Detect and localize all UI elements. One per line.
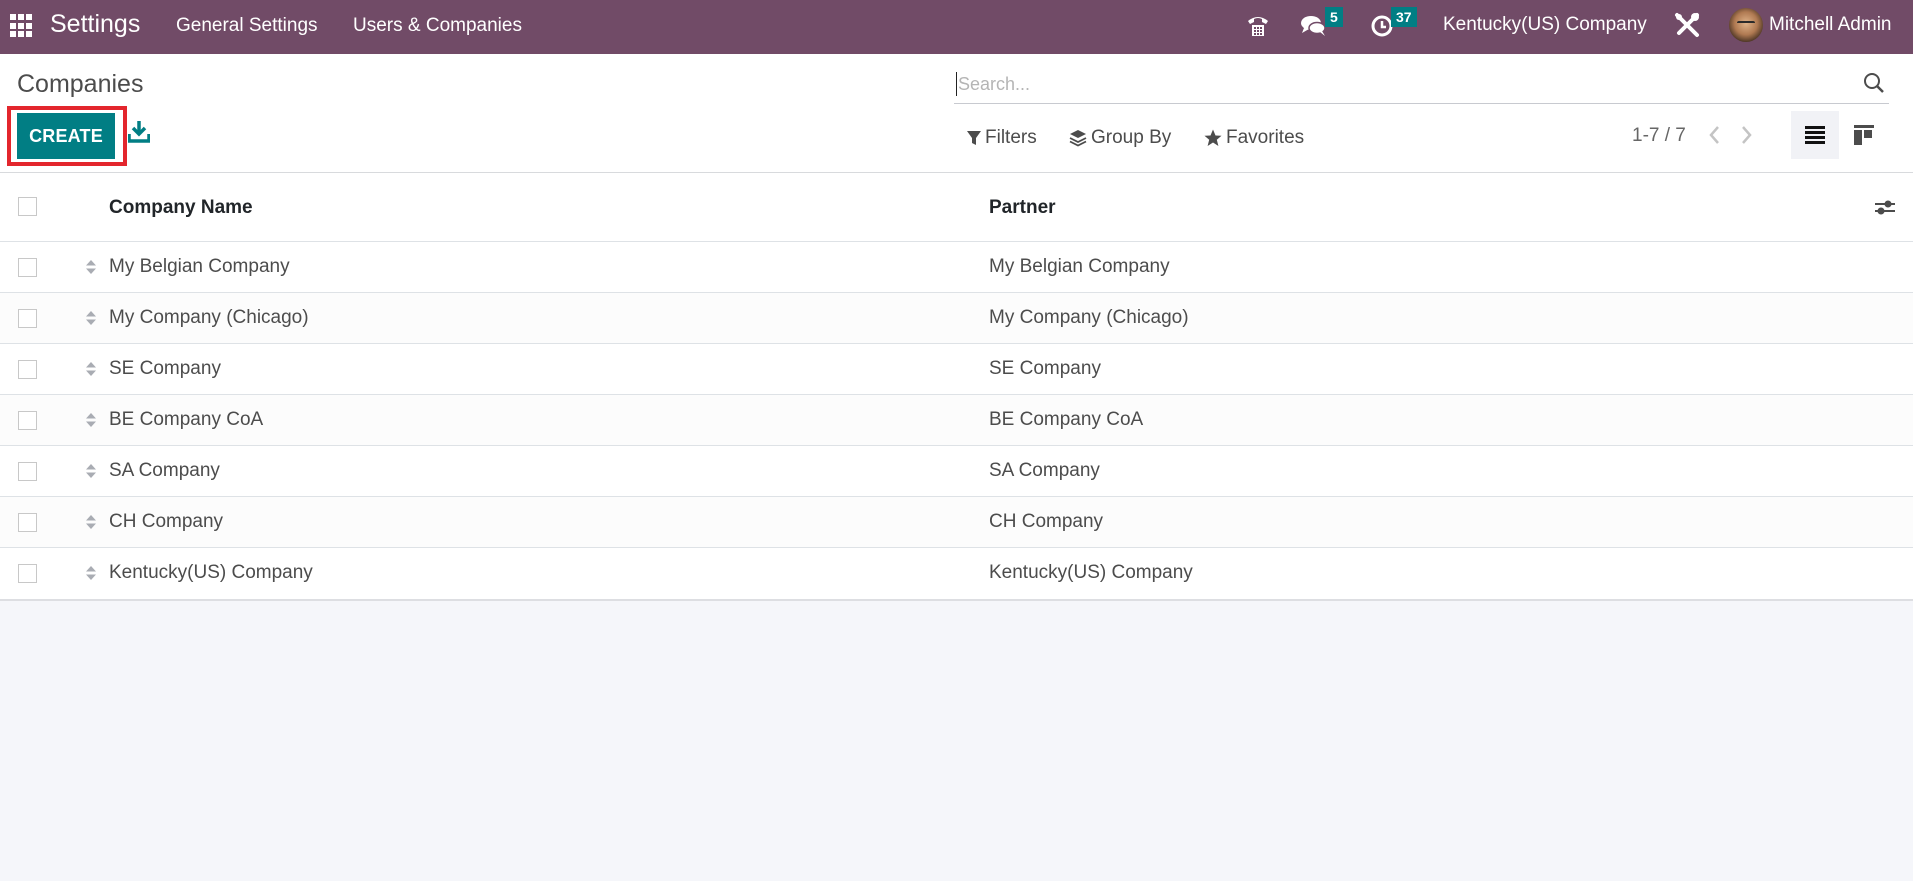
row-checkbox[interactable] <box>18 462 37 481</box>
table-body: My Belgian Company My Belgian Company My C… <box>0 242 1913 599</box>
pager-next-icon[interactable] <box>1741 124 1753 152</box>
drag-handle-icon[interactable] <box>85 463 97 479</box>
group-by-button[interactable]: Group By <box>1069 127 1171 149</box>
list-view-button[interactable] <box>1791 111 1839 159</box>
table-row[interactable]: SE Company SE Company <box>0 344 1913 395</box>
column-header-company-name[interactable]: Company Name <box>109 197 253 219</box>
drag-handle-icon[interactable] <box>85 514 97 530</box>
cell-partner: My Belgian Company <box>989 256 1170 277</box>
search-icon[interactable] <box>1863 72 1885 94</box>
cell-company-name: My Company (Chicago) <box>109 307 309 328</box>
funnel-icon <box>967 131 981 145</box>
table-header: Company Name Partner <box>0 173 1913 242</box>
cell-company-name: My Belgian Company <box>109 256 290 277</box>
select-all-checkbox[interactable] <box>18 197 37 216</box>
menu-users-companies[interactable]: Users & Companies <box>353 15 522 37</box>
star-icon <box>1204 129 1222 146</box>
apps-grid-icon[interactable] <box>10 14 34 38</box>
filters-label: Filters <box>985 127 1037 148</box>
table-row[interactable]: CH Company CH Company <box>0 497 1913 548</box>
activities-badge: 37 <box>1391 7 1417 27</box>
drag-handle-icon[interactable] <box>85 361 97 377</box>
cell-partner: SE Company <box>989 358 1101 379</box>
table-row[interactable]: Kentucky(US) Company Kentucky(US) Company <box>0 548 1913 599</box>
kanban-view-button[interactable] <box>1840 111 1888 159</box>
cell-company-name: CH Company <box>109 511 224 532</box>
favorites-label: Favorites <box>1226 127 1305 148</box>
user-menu[interactable]: Mitchell Admin <box>1769 14 1892 36</box>
pager-previous-icon[interactable] <box>1708 124 1720 152</box>
companies-list-table: Company Name Partner My Belgian Company M… <box>0 173 1913 601</box>
optional-columns-icon[interactable] <box>1874 198 1896 218</box>
cell-partner: BE Company CoA <box>989 409 1144 430</box>
cell-company-name: SA Company <box>109 460 220 481</box>
chat-bubbles-icon[interactable] <box>1300 14 1328 38</box>
cell-company-name: SE Company <box>109 358 221 379</box>
kanban-view-icon <box>1854 125 1874 145</box>
cell-partner: My Company (Chicago) <box>989 307 1189 328</box>
user-avatar[interactable] <box>1729 8 1763 42</box>
messages-badge: 5 <box>1325 7 1343 27</box>
row-checkbox[interactable] <box>18 360 37 379</box>
control-panel: Companies CREATE Filters Group By <box>0 54 1913 173</box>
cell-company-name: Kentucky(US) Company <box>109 562 313 583</box>
search-input[interactable] <box>956 72 1836 96</box>
table-row[interactable]: SA Company SA Company <box>0 446 1913 497</box>
row-checkbox[interactable] <box>18 309 37 328</box>
row-checkbox[interactable] <box>18 411 37 430</box>
table-row[interactable]: My Company (Chicago) My Company (Chicago) <box>0 293 1913 344</box>
row-checkbox[interactable] <box>18 513 37 532</box>
row-checkbox[interactable] <box>18 564 37 583</box>
drag-handle-icon[interactable] <box>85 412 97 428</box>
drag-handle-icon[interactable] <box>85 565 97 581</box>
cell-company-name: BE Company CoA <box>109 409 264 430</box>
menu-general-settings[interactable]: General Settings <box>176 15 318 37</box>
table-row[interactable]: My Belgian Company My Belgian Company <box>0 242 1913 293</box>
column-header-partner[interactable]: Partner <box>989 197 1056 219</box>
favorites-button[interactable]: Favorites <box>1204 127 1304 149</box>
app-title[interactable]: Settings <box>50 10 140 39</box>
breadcrumb-title: Companies <box>17 70 144 98</box>
cell-partner: SA Company <box>989 460 1100 481</box>
cell-partner: CH Company <box>989 511 1104 532</box>
cell-partner: Kentucky(US) Company <box>989 562 1193 583</box>
drag-handle-icon[interactable] <box>85 259 97 275</box>
search-bar <box>954 64 1889 104</box>
voip-phone-icon[interactable] <box>1246 12 1270 38</box>
layers-icon <box>1069 130 1087 147</box>
create-button[interactable]: CREATE <box>17 113 115 159</box>
company-switcher[interactable]: Kentucky(US) Company <box>1443 14 1647 36</box>
download-icon[interactable] <box>127 120 151 144</box>
top-navbar: Settings General Settings Users & Compan… <box>0 0 1913 54</box>
tools-icon[interactable] <box>1673 11 1701 39</box>
row-checkbox[interactable] <box>18 258 37 277</box>
list-view-icon <box>1805 126 1825 144</box>
pager-value[interactable]: 1-7 / 7 <box>1632 125 1686 147</box>
drag-handle-icon[interactable] <box>85 310 97 326</box>
table-row[interactable]: BE Company CoA BE Company CoA <box>0 395 1913 446</box>
group-by-label: Group By <box>1091 127 1172 148</box>
filters-button[interactable]: Filters <box>967 127 1037 149</box>
